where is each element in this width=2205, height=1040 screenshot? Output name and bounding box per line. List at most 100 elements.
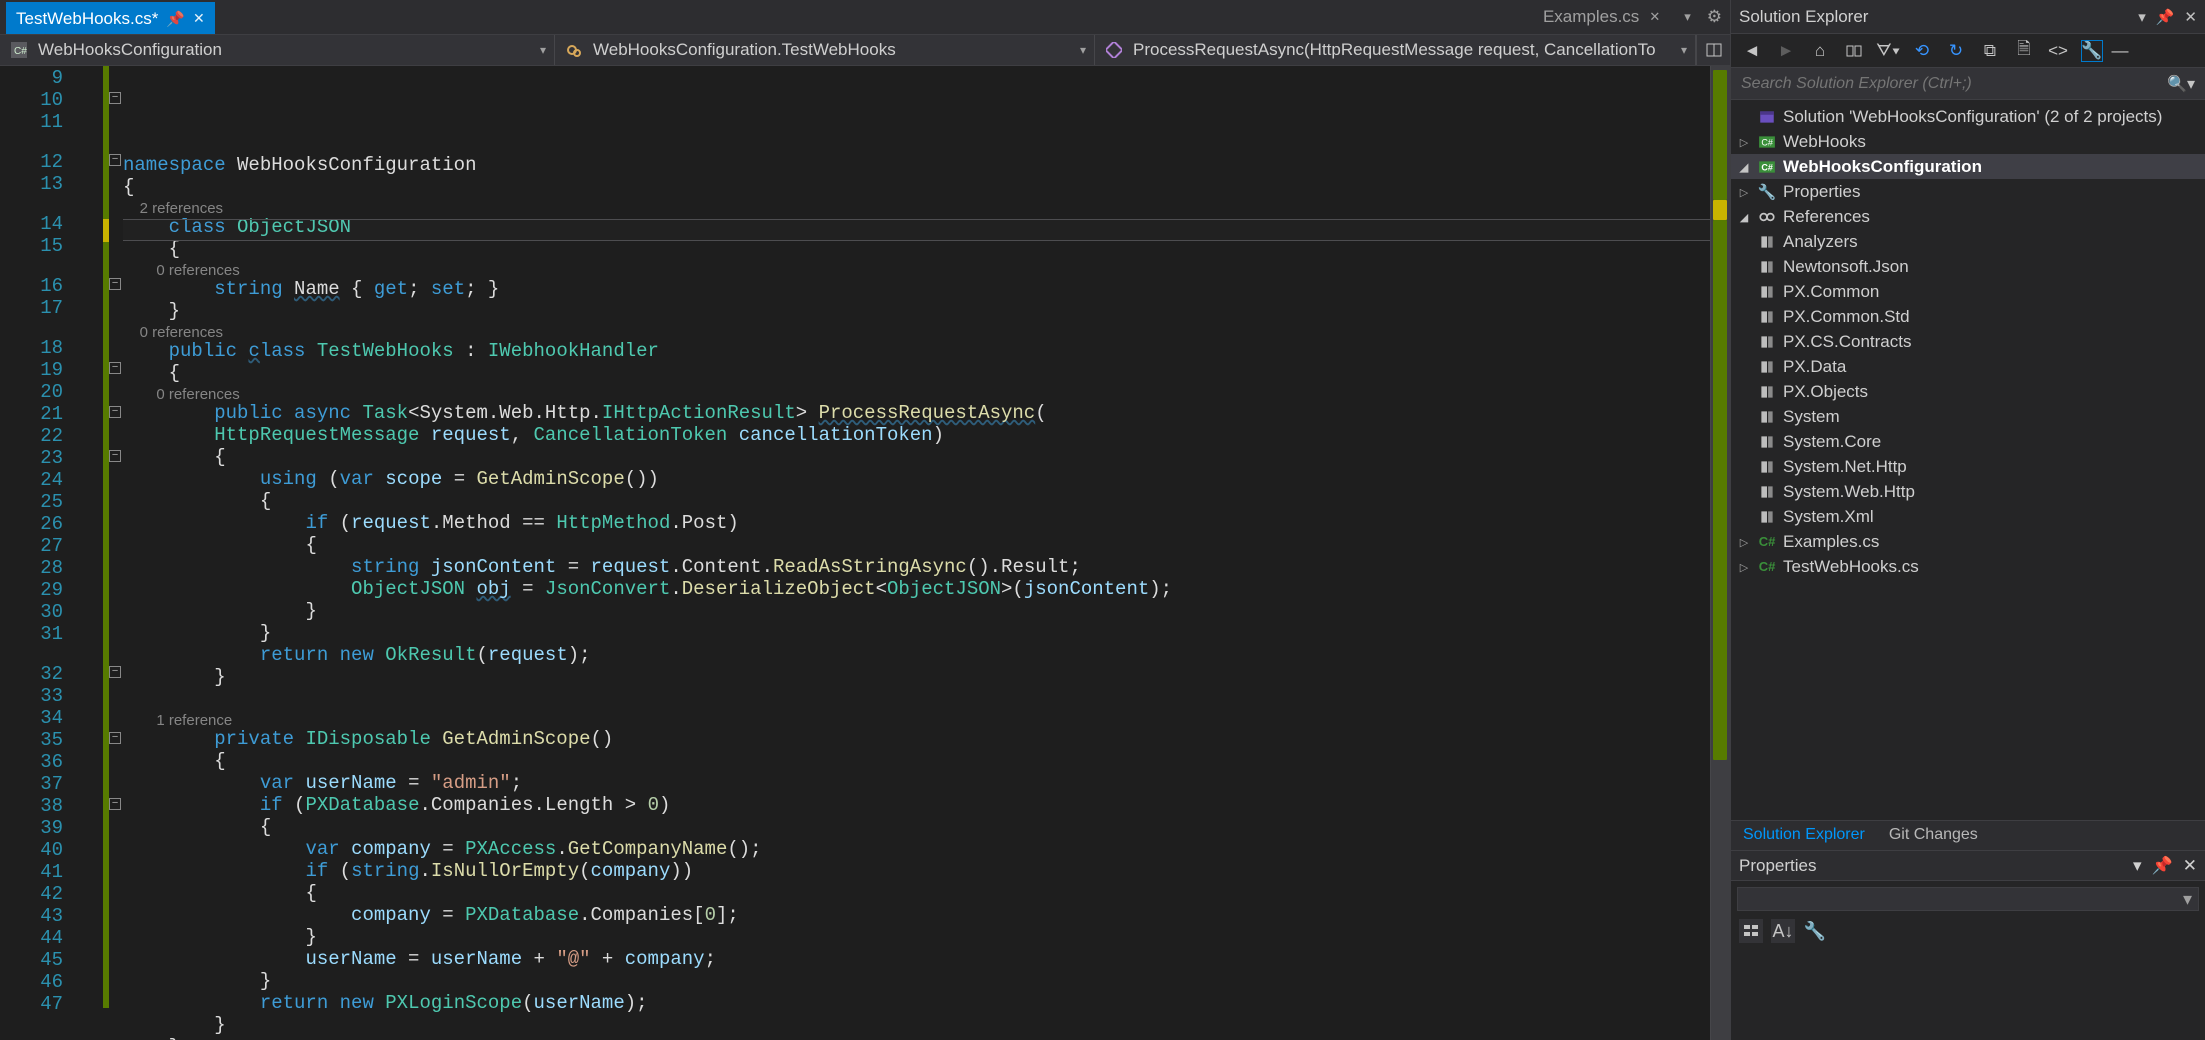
view-code-icon[interactable]: <> bbox=[2047, 40, 2069, 62]
navigation-bar: C# WebHooksConfiguration ▾ WebHooksConfi… bbox=[0, 34, 1730, 66]
alphabetical-icon[interactable]: A↓ bbox=[1771, 919, 1795, 943]
search-icon[interactable]: 🔍▾ bbox=[2167, 74, 2195, 94]
preview-icon[interactable]: — bbox=[2109, 40, 2131, 62]
expand-arrow-icon[interactable] bbox=[1737, 185, 1751, 199]
ref-icon bbox=[1757, 458, 1777, 476]
forward-icon[interactable]: ► bbox=[1775, 40, 1797, 62]
solution-tree[interactable]: Solution 'WebHooksConfiguration' (2 of 2… bbox=[1731, 100, 2205, 820]
tree-node[interactable]: System.Web.Http bbox=[1731, 479, 2205, 504]
tree-node-label: System.Net.Http bbox=[1783, 457, 1907, 477]
ref-icon bbox=[1757, 258, 1777, 276]
tree-node[interactable]: PX.Objects bbox=[1731, 379, 2205, 404]
close-icon[interactable]: ✕ bbox=[2183, 856, 2197, 876]
csharp-project-icon: C# bbox=[10, 41, 28, 59]
expand-arrow-icon[interactable] bbox=[1737, 135, 1751, 149]
pin-icon[interactable]: 📌 bbox=[166, 10, 185, 28]
tree-node-label: PX.CS.Contracts bbox=[1783, 332, 1912, 352]
document-tab-label: Examples.cs bbox=[1543, 7, 1639, 27]
method-icon bbox=[1105, 41, 1123, 59]
gear-icon[interactable]: ⚙ bbox=[1707, 7, 1722, 27]
tree-node-label: Newtonsoft.Json bbox=[1783, 257, 1909, 277]
properties-title-bar[interactable]: Properties ▾ 📌 ✕ bbox=[1731, 850, 2205, 880]
tree-node-label: System.Web.Http bbox=[1783, 482, 1915, 502]
tree-node[interactable]: C#WebHooksConfiguration bbox=[1731, 154, 2205, 179]
switch-views-icon[interactable] bbox=[1843, 40, 1865, 62]
document-tab-active[interactable]: TestWebHooks.cs* 📌 ✕ bbox=[6, 2, 215, 34]
window-menu-icon[interactable]: ▾ bbox=[2138, 8, 2146, 26]
tree-node[interactable]: System.Net.Http bbox=[1731, 454, 2205, 479]
vertical-scrollbar[interactable] bbox=[1710, 66, 1730, 1040]
expand-arrow-icon[interactable] bbox=[1737, 535, 1751, 549]
tree-node[interactable]: Analyzers bbox=[1731, 229, 2205, 254]
tree-node-label: System bbox=[1783, 407, 1840, 427]
ref-icon bbox=[1757, 483, 1777, 501]
properties-icon[interactable]: 🔧 bbox=[2081, 40, 2103, 62]
expand-arrow-icon[interactable] bbox=[1737, 210, 1751, 224]
cs-icon: C# bbox=[1757, 559, 1777, 574]
tab-git-changes[interactable]: Git Changes bbox=[1877, 822, 1990, 850]
tree-node[interactable]: C#WebHooks bbox=[1731, 129, 2205, 154]
pin-icon[interactable]: 📌 bbox=[2156, 8, 2175, 26]
code-text-area[interactable]: namespace WebHooksConfiguration{ 2 refer… bbox=[123, 66, 1710, 1040]
categorized-icon[interactable] bbox=[1739, 919, 1763, 943]
tree-node[interactable]: PX.CS.Contracts bbox=[1731, 329, 2205, 354]
ref-icon bbox=[1757, 508, 1777, 526]
tree-node-label: Examples.cs bbox=[1783, 532, 1879, 552]
nav-member-dropdown[interactable]: ProcessRequestAsync(HttpRequestMessage r… bbox=[1095, 35, 1696, 65]
home-icon[interactable]: ⌂ bbox=[1809, 40, 1831, 62]
expand-arrow-icon[interactable] bbox=[1737, 560, 1751, 574]
tree-node[interactable]: C#Examples.cs bbox=[1731, 529, 2205, 554]
svg-text:C#: C# bbox=[1761, 162, 1773, 172]
tree-node-label: PX.Data bbox=[1783, 357, 1846, 377]
tree-node[interactable]: Solution 'WebHooksConfiguration' (2 of 2… bbox=[1731, 104, 2205, 129]
tab-solution-explorer[interactable]: Solution Explorer bbox=[1731, 822, 1877, 850]
code-editor[interactable]: 9101112131415161718192021222324252627282… bbox=[0, 66, 1730, 1040]
solution-explorer-search[interactable]: 🔍▾ bbox=[1731, 68, 2205, 100]
document-tab-inactive[interactable]: Examples.cs ✕ bbox=[1531, 0, 1672, 34]
outlining-margin[interactable]: −−−−−−−−− bbox=[109, 66, 123, 1040]
tree-node[interactable]: PX.Common.Std bbox=[1731, 304, 2205, 329]
split-editor-button[interactable] bbox=[1696, 35, 1730, 65]
expand-arrow-icon[interactable] bbox=[1737, 160, 1751, 174]
ref-icon bbox=[1757, 283, 1777, 301]
tree-node[interactable]: System.Xml bbox=[1731, 504, 2205, 529]
close-icon[interactable]: ✕ bbox=[1649, 9, 1660, 25]
collapse-all-icon[interactable]: ⧉ bbox=[1979, 40, 2001, 62]
filter-dropdown-icon[interactable]: ᗊ▾ bbox=[1877, 40, 1899, 62]
pin-icon[interactable]: 📌 bbox=[2152, 856, 2173, 876]
ref-icon bbox=[1757, 233, 1777, 251]
refs-icon bbox=[1757, 208, 1777, 226]
nav-scope-dropdown[interactable]: C# WebHooksConfiguration ▾ bbox=[0, 35, 555, 65]
refresh-icon[interactable]: ↻ bbox=[1945, 40, 1967, 62]
solution-explorer-title-bar[interactable]: Solution Explorer ▾ 📌 ✕ bbox=[1731, 0, 2205, 34]
properties-object-dropdown[interactable]: ▾ bbox=[1737, 887, 2199, 911]
tree-node[interactable]: PX.Data bbox=[1731, 354, 2205, 379]
tree-node[interactable]: References bbox=[1731, 204, 2205, 229]
show-all-files-icon[interactable]: 🗎 bbox=[2013, 40, 2035, 62]
property-pages-icon[interactable]: 🔧 bbox=[1803, 919, 1827, 943]
panel-title-label: Properties bbox=[1739, 856, 1816, 876]
sync-icon[interactable]: ⟲ bbox=[1911, 40, 1933, 62]
tab-overflow-chevron-icon[interactable]: ▾ bbox=[1684, 9, 1691, 25]
tree-node[interactable]: C#TestWebHooks.cs bbox=[1731, 554, 2205, 579]
tree-node-label: References bbox=[1783, 207, 1870, 227]
back-icon[interactable]: ◄ bbox=[1741, 40, 1763, 62]
line-number-gutter: 9101112131415161718192021222324252627282… bbox=[0, 66, 103, 1040]
tree-node[interactable]: System bbox=[1731, 404, 2205, 429]
ref-icon bbox=[1757, 358, 1777, 376]
tree-node-label: PX.Objects bbox=[1783, 382, 1868, 402]
window-menu-icon[interactable]: ▾ bbox=[2133, 856, 2142, 876]
tree-node[interactable]: PX.Common bbox=[1731, 279, 2205, 304]
ref-icon bbox=[1757, 333, 1777, 351]
nav-class-dropdown[interactable]: WebHooksConfiguration.TestWebHooks ▾ bbox=[555, 35, 1095, 65]
proj-icon: C# bbox=[1757, 158, 1777, 176]
tree-node[interactable]: 🔧Properties bbox=[1731, 179, 2205, 204]
tree-node[interactable]: System.Core bbox=[1731, 429, 2205, 454]
close-icon[interactable]: ✕ bbox=[2184, 8, 2197, 26]
solution-explorer-toolbar: ◄ ► ⌂ ᗊ▾ ⟲ ↻ ⧉ 🗎 <> 🔧 — bbox=[1731, 34, 2205, 68]
search-input[interactable] bbox=[1741, 75, 2159, 93]
tree-node[interactable]: Newtonsoft.Json bbox=[1731, 254, 2205, 279]
ref-icon bbox=[1757, 408, 1777, 426]
close-icon[interactable]: ✕ bbox=[193, 10, 205, 27]
nav-scope-label: WebHooksConfiguration bbox=[38, 40, 222, 60]
